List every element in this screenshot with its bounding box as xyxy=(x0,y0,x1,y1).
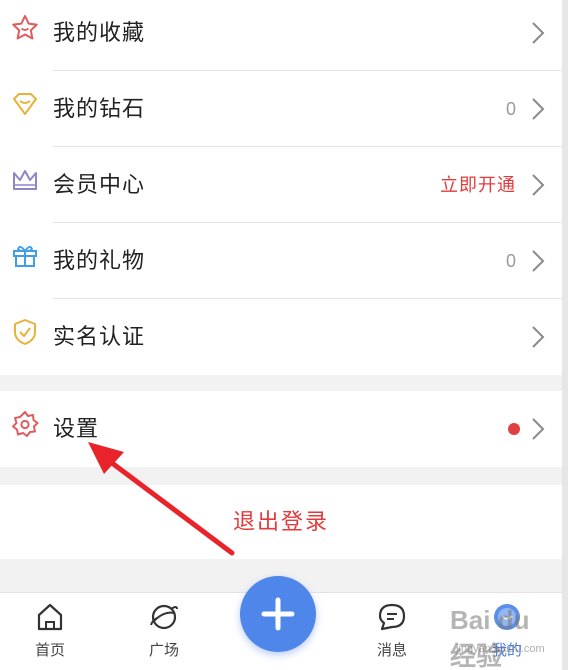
menu-item-label: 我的礼物 xyxy=(53,248,146,273)
add-post-button[interactable] xyxy=(240,576,316,652)
menu-item-label: 我的钻石 xyxy=(53,96,146,121)
watermark-text: Bai du 经验 xyxy=(450,605,530,670)
menu-item-value: 0 xyxy=(505,99,516,119)
menu-item-label: 会员中心 xyxy=(53,172,146,197)
planet-icon xyxy=(148,601,180,633)
watermark: Bai du 经验 jingyan.baidu.com xyxy=(450,605,562,670)
menu-item-label: 设置 xyxy=(53,416,100,441)
menu-item-label: 实名认证 xyxy=(53,324,146,349)
tab-home[interactable]: 首页 xyxy=(20,593,80,670)
screen: 我的收藏 我的钻石 0 会员中心 立即开通 我的礼物 0 实名认证 设置 退出登… xyxy=(0,0,562,670)
menu-item-favorites[interactable]: 我的收藏 xyxy=(0,0,562,71)
tab-label: 首页 xyxy=(34,642,65,659)
notification-dot xyxy=(508,423,520,435)
tab-label: 消息 xyxy=(376,642,407,659)
logout-button[interactable]: 退出登录 xyxy=(0,485,562,559)
star-icon xyxy=(10,13,40,43)
tab-label: 广场 xyxy=(148,642,179,659)
diamond-icon xyxy=(10,89,40,119)
menu-item-gifts[interactable]: 我的礼物 0 xyxy=(0,223,562,299)
chevron-right-icon xyxy=(530,323,546,351)
menu-item-membership[interactable]: 会员中心 立即开通 xyxy=(0,147,562,223)
tab-messages[interactable]: 消息 xyxy=(362,593,422,670)
menu-item-value: 0 xyxy=(505,251,516,271)
chevron-right-icon xyxy=(530,19,546,47)
home-icon xyxy=(34,601,66,633)
chevron-right-icon xyxy=(530,95,546,123)
watermark-url: jingyan.baidu.com xyxy=(456,643,545,655)
tab-square[interactable]: 广场 xyxy=(134,593,194,670)
gift-icon xyxy=(10,241,40,271)
gear-icon xyxy=(10,409,40,439)
menu-item-verification[interactable]: 实名认证 xyxy=(0,299,562,375)
menu-group: 我的收藏 我的钻石 0 会员中心 立即开通 我的礼物 0 实名认证 xyxy=(0,0,562,375)
menu-item-label: 我的收藏 xyxy=(53,20,146,45)
activate-now-link[interactable]: 立即开通 xyxy=(440,147,516,223)
crown-icon xyxy=(10,165,40,195)
right-edge xyxy=(562,0,568,670)
message-icon xyxy=(376,601,408,633)
menu-item-diamonds[interactable]: 我的钻石 0 xyxy=(0,71,562,147)
chevron-right-icon xyxy=(530,171,546,199)
chevron-right-icon xyxy=(530,415,546,443)
shield-icon xyxy=(10,317,40,347)
menu-item-settings[interactable]: 设置 xyxy=(0,391,562,467)
settings-group: 设置 xyxy=(0,391,562,467)
plus-icon xyxy=(261,597,295,631)
chevron-right-icon xyxy=(530,247,546,275)
